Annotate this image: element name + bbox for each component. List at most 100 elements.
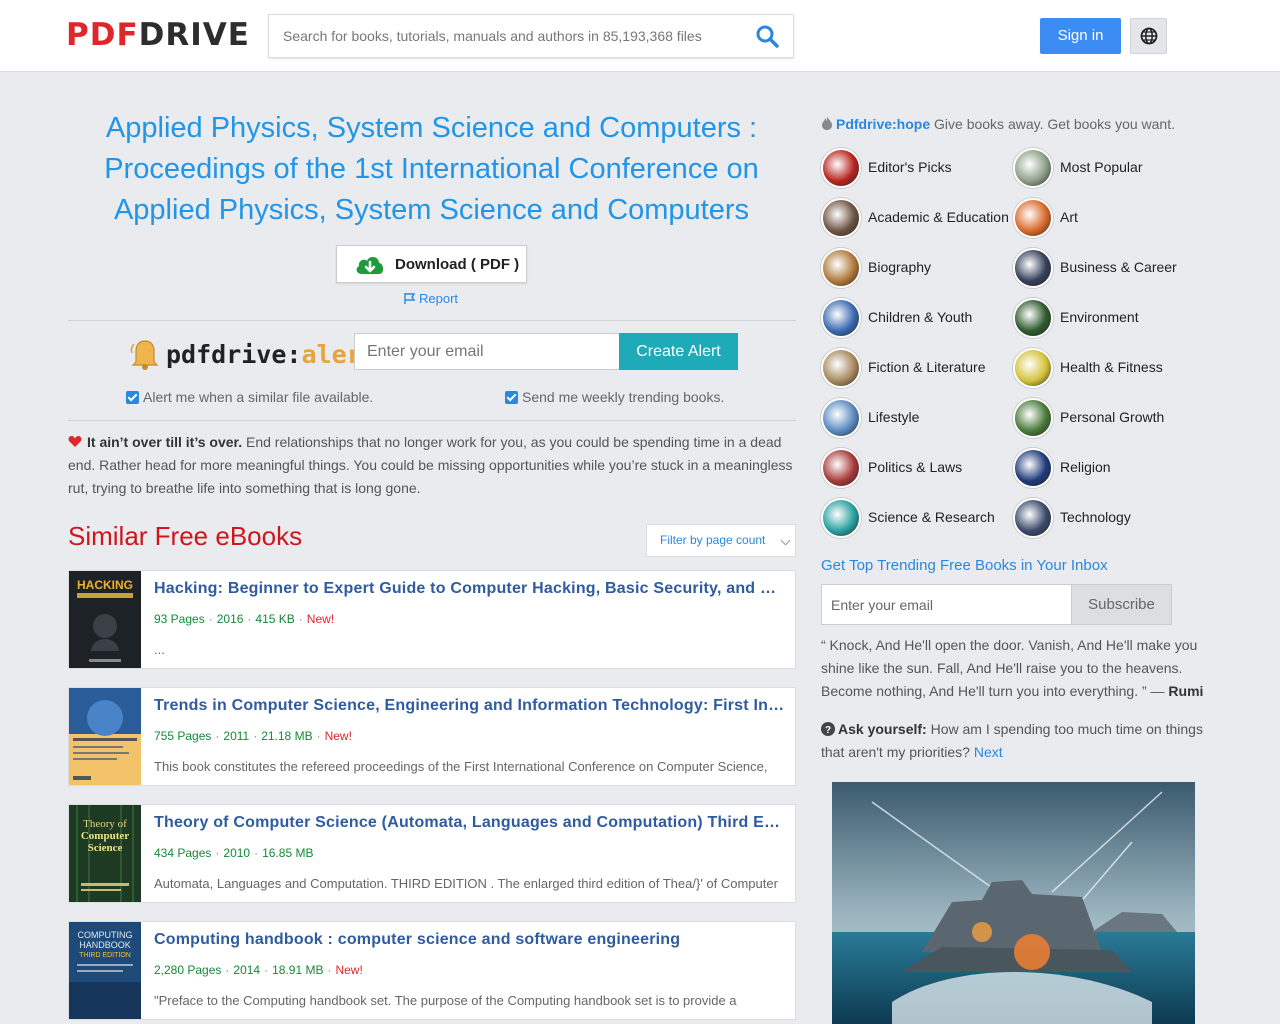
- search-input[interactable]: [269, 15, 739, 57]
- report-link[interactable]: Report: [403, 291, 458, 306]
- filter-page-count-dropdown[interactable]: Filter by page count: [646, 524, 796, 557]
- politics-icon: [821, 448, 861, 488]
- next-link[interactable]: Next: [974, 744, 1003, 760]
- separator: ·: [215, 846, 220, 860]
- category-label: Biography: [868, 259, 932, 275]
- alert-similar-checkbox[interactable]: Alert me when a similar file available.: [126, 389, 373, 405]
- book-item-title[interactable]: Trends in Computer Science, Engineering …: [154, 697, 786, 715]
- book-list-item[interactable]: Theory of Computer Science Theory of Compu…: [68, 804, 796, 903]
- ask-yourself: ? Ask yourself: How am I spending too muc…: [821, 718, 1206, 764]
- category-label: Most Popular: [1060, 159, 1143, 175]
- book-item-description: Automata, Languages and Computation. THI…: [154, 876, 778, 891]
- new-badge: New!: [324, 729, 352, 743]
- svg-text:COMPUTING: COMPUTING: [78, 930, 133, 940]
- new-badge: New!: [335, 963, 363, 977]
- religion-icon: [1013, 448, 1053, 488]
- technology-icon: [1013, 498, 1053, 538]
- divider: [68, 420, 796, 421]
- rumi-quote: “ Knock, And He'll open the door. Vanish…: [821, 634, 1206, 703]
- book-item-title[interactable]: Hacking: Beginner to Expert Guide to Com…: [154, 580, 786, 598]
- separator: ·: [215, 729, 220, 743]
- fire-icon: [822, 116, 832, 130]
- language-button[interactable]: [1130, 18, 1167, 54]
- book-item-description: "Preface to the Computing handbook set. …: [154, 993, 737, 1008]
- book-item-meta: 2,280 Pages · 2014 · 18.91 MB · New!: [154, 963, 363, 977]
- category-label: Technology: [1060, 509, 1131, 525]
- subscribe-button[interactable]: Subscribe: [1071, 584, 1172, 625]
- download-button[interactable]: Download ( PDF ): [336, 245, 527, 283]
- heart-icon: [68, 435, 82, 447]
- hope-link[interactable]: Pdfdrive:hope: [836, 116, 930, 132]
- book-item-title[interactable]: Computing handbook : computer science an…: [154, 931, 786, 949]
- logo-pdf: PDF: [66, 17, 139, 53]
- children-icon: [821, 298, 861, 338]
- business-icon: [1013, 248, 1053, 288]
- svg-text:?: ?: [825, 725, 831, 736]
- book-cover[interactable]: COMPUTING HANDBOOK THIRD EDITION: [69, 922, 141, 1019]
- search-box: [268, 14, 794, 58]
- editors-picks-icon: [821, 148, 861, 188]
- category-label: Personal Growth: [1060, 409, 1165, 425]
- book-item-pages: 434 Pages: [154, 846, 212, 860]
- science-icon: [821, 498, 861, 538]
- separator: ·: [208, 612, 213, 626]
- art-icon: [1013, 198, 1053, 238]
- checkbox-checked-icon: [126, 391, 139, 404]
- book-item-meta: 434 Pages · 2010 · 16.85 MB: [154, 846, 313, 860]
- category-label: Children & Youth: [868, 309, 973, 325]
- book-list-item[interactable]: COMPUTING HANDBOOK THIRD EDITION Computing…: [68, 921, 796, 1020]
- hope-text: Give books away. Get books you want.: [930, 116, 1175, 132]
- separator: ·: [327, 963, 332, 977]
- separator: ·: [316, 729, 321, 743]
- alert-email-input[interactable]: [354, 333, 620, 370]
- separator: ·: [253, 729, 258, 743]
- trending-heading: Get Top Trending Free Books in Your Inbo…: [821, 557, 1108, 574]
- create-alert-button[interactable]: Create Alert: [619, 333, 738, 370]
- weekly-trending-checkbox[interactable]: Send me weekly trending books.: [505, 389, 724, 405]
- search-icon[interactable]: [755, 24, 781, 50]
- book-item-size: 415 KB: [255, 612, 295, 626]
- category-label: Religion: [1060, 459, 1111, 475]
- book-list-item[interactable]: Trends in Computer Science, Engineering …: [68, 687, 796, 786]
- book-list-item[interactable]: HACKING Hacking: Beginner to Expert Guid…: [68, 570, 796, 669]
- sign-in-button[interactable]: Sign in: [1040, 18, 1121, 54]
- divider: [68, 320, 796, 321]
- quote-bold: It ain’t over till it’s over.: [87, 434, 243, 450]
- filter-label: Filter by page count: [660, 533, 766, 547]
- book-cover[interactable]: HACKING: [69, 571, 141, 668]
- category-label: Politics & Laws: [868, 459, 963, 475]
- svg-text:HACKING: HACKING: [77, 578, 133, 592]
- logo-drive: DRIVE: [138, 17, 250, 53]
- category-label: Art: [1060, 209, 1078, 225]
- health-icon: [1013, 348, 1053, 388]
- separator: ·: [298, 612, 303, 626]
- book-item-year: 2010: [223, 846, 251, 860]
- new-badge: New!: [306, 612, 335, 626]
- book-item-meta: 93 Pages · 2016 · 415 KB · New!: [154, 612, 334, 626]
- separator: ·: [225, 963, 230, 977]
- cloud-download-icon: [356, 257, 384, 274]
- weekly-trending-label: Send me weekly trending books.: [522, 389, 725, 405]
- separator: ·: [254, 846, 259, 860]
- ask-bold: Ask yourself:: [838, 721, 927, 737]
- top-bar: PDFDRIVE Sign in: [0, 0, 1280, 72]
- hope-banner: Pdfdrive:hope Give books away. Get books…: [821, 116, 1175, 132]
- motivation-quote: It ain’t over till it’s over. End relati…: [68, 431, 796, 500]
- alert-similar-label: Alert me when a similar file available.: [143, 389, 374, 405]
- advertisement-image[interactable]: [832, 782, 1195, 1024]
- category-label: Academic & Education: [868, 209, 1009, 225]
- academic-icon: [821, 198, 861, 238]
- chevron-down-icon: [780, 535, 791, 546]
- book-item-title[interactable]: Theory of Computer Science (Automata, La…: [154, 814, 786, 832]
- book-item-pages: 93 Pages: [154, 612, 205, 626]
- book-item-size: 18.91 MB: [272, 963, 324, 977]
- book-item-year: 2011: [223, 729, 250, 743]
- book-cover[interactable]: [69, 688, 141, 785]
- lifestyle-icon: [821, 398, 861, 438]
- category-label: Science & Research: [868, 509, 995, 525]
- subscribe-email-input[interactable]: [821, 584, 1072, 625]
- fiction-icon: [821, 348, 861, 388]
- book-cover[interactable]: Theory of Computer Science: [69, 805, 141, 902]
- site-logo[interactable]: PDFDRIVE: [66, 17, 250, 53]
- separator: ·: [247, 612, 252, 626]
